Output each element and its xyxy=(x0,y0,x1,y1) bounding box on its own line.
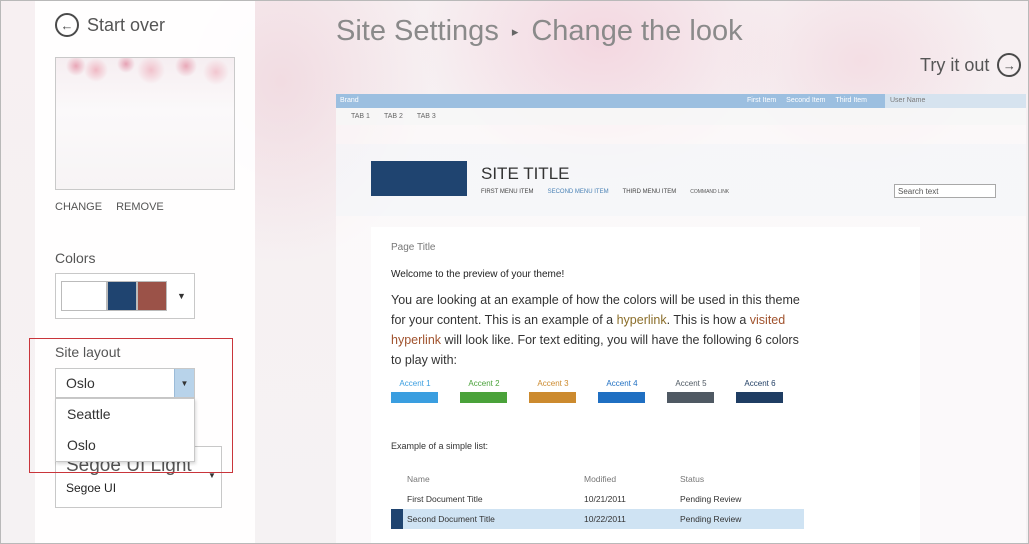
accent-label: Accent 1 xyxy=(399,379,431,388)
accent-label: Accent 4 xyxy=(606,379,638,388)
forward-arrow-icon: → xyxy=(997,53,1022,77)
try-it-out-button[interactable]: Try it out → xyxy=(920,53,1022,77)
preview-command-link: COMMAND LINK xyxy=(690,189,730,195)
font-body-value: Segoe UI xyxy=(66,481,117,495)
breadcrumb-root[interactable]: Site Settings xyxy=(336,15,499,47)
preview-top-nav: FIRST MENU ITEM SECOND MENU ITEM THIRD M… xyxy=(481,189,729,195)
accent-label: Accent 2 xyxy=(468,379,500,388)
background-image-thumbnail[interactable] xyxy=(55,57,235,190)
list-header-name: Name xyxy=(407,474,430,484)
back-arrow-icon: ← xyxy=(55,13,79,37)
try-it-out-label: Try it out xyxy=(920,54,990,75)
breadcrumb-current: Change the look xyxy=(531,15,743,47)
site-layout-dropdown: Seattle Oslo xyxy=(55,398,195,462)
layout-option-seattle[interactable]: Seattle xyxy=(56,399,194,430)
site-layout-select[interactable]: Oslo ▼ xyxy=(55,368,195,398)
image-links: CHANGE REMOVE xyxy=(55,201,164,213)
preview-tab: TAB 3 xyxy=(416,113,436,120)
chevron-down-icon[interactable]: ▼ xyxy=(174,369,194,397)
list-header-row: Name Modified Status xyxy=(391,469,804,489)
colors-label: Colors xyxy=(55,250,96,266)
accent-2: Accent 2 xyxy=(460,379,508,403)
site-layout-label: Site layout xyxy=(55,344,121,360)
accent-bar xyxy=(667,392,714,403)
accent-colors: Accent 1 Accent 2 Accent 3 Accent 4 Accent 5… xyxy=(391,379,784,403)
remove-image-link[interactable]: REMOVE xyxy=(116,201,164,213)
start-over-link[interactable]: ← Start over xyxy=(55,13,165,37)
accent-bar xyxy=(736,392,783,403)
preview-welcome: Welcome to the preview of your theme! xyxy=(391,269,565,280)
accent-3: Accent 3 xyxy=(529,379,577,403)
preview-body-text: You are looking at an example of how the… xyxy=(391,293,800,367)
preview-suite-bar: Brand First Item Second Item Third Item … xyxy=(336,94,1026,108)
preview-list-title: Example of a simple list: xyxy=(391,441,489,451)
selection-marker xyxy=(391,509,403,529)
preview-site-title: SITE TITLE xyxy=(481,164,570,183)
accent-bar xyxy=(391,392,438,403)
preview-site-header: SITE TITLE FIRST MENU ITEM SECOND MENU I… xyxy=(336,144,1026,216)
preview-list: Name Modified Status First Document Titl… xyxy=(391,469,804,529)
list-row: First Document Title 10/21/2011 Pending … xyxy=(407,494,742,504)
change-image-link[interactable]: CHANGE xyxy=(55,201,102,213)
layout-option-oslo[interactable]: Oslo xyxy=(56,430,194,461)
colors-picker[interactable]: ▼ xyxy=(55,273,195,319)
chevron-down-icon: ▼ xyxy=(208,471,216,480)
accent-bar xyxy=(598,392,645,403)
preview-page-title: Page Title xyxy=(391,242,436,253)
preview-suite-link: Third Item xyxy=(835,97,867,104)
preview-brand: Brand xyxy=(340,97,359,104)
preview-tab-bar: TAB 1 TAB 2 TAB 3 xyxy=(336,108,1026,125)
preview-site-logo xyxy=(371,161,467,196)
site-layout-value: Oslo xyxy=(66,375,95,391)
accent-5: Accent 5 xyxy=(667,379,715,403)
preview-nav-item: FIRST MENU ITEM xyxy=(481,189,534,195)
theme-preview: Brand First Item Second Item Third Item … xyxy=(336,94,1026,543)
accent-1: Accent 1 xyxy=(391,379,439,403)
color-swatch-blue xyxy=(107,281,137,311)
app-frame: ← Start over CHANGE REMOVE Colors ▼ Site… xyxy=(0,0,1029,544)
preview-hyperlink: hyperlink xyxy=(616,313,667,327)
list-row-selected: Second Document Title 10/22/2011 Pending… xyxy=(391,509,804,529)
accent-4: Accent 4 xyxy=(598,379,646,403)
accent-label: Accent 3 xyxy=(537,379,569,388)
accent-label: Accent 6 xyxy=(744,379,776,388)
page-title: Site Settings ▸ Change the look xyxy=(336,15,743,48)
breadcrumb-separator-icon: ▸ xyxy=(511,24,519,40)
preview-suite-link: First Item xyxy=(747,97,777,104)
list-header-status: Status xyxy=(680,474,705,484)
preview-tab: TAB 2 xyxy=(383,113,403,120)
color-swatch-white xyxy=(61,281,107,311)
list-header-modified: Modified xyxy=(584,474,617,484)
start-over-label: Start over xyxy=(87,14,166,35)
accent-6: Accent 6 xyxy=(736,379,784,403)
preview-content: Page Title Welcome to the preview of you… xyxy=(371,227,920,543)
accent-bar xyxy=(460,392,507,403)
preview-suite-link: Second Item xyxy=(786,97,826,104)
preview-tab: TAB 1 xyxy=(351,113,370,120)
color-swatch-red xyxy=(137,281,167,311)
preview-user-name: User Name xyxy=(885,94,1026,108)
accent-bar xyxy=(529,392,576,403)
preview-search-box: Search text xyxy=(894,184,996,198)
chevron-down-icon: ▼ xyxy=(177,291,186,301)
accent-label: Accent 5 xyxy=(675,379,707,388)
preview-nav-item: THIRD MENU ITEM xyxy=(622,189,677,195)
preview-nav-item-selected: SECOND MENU ITEM xyxy=(547,189,609,195)
